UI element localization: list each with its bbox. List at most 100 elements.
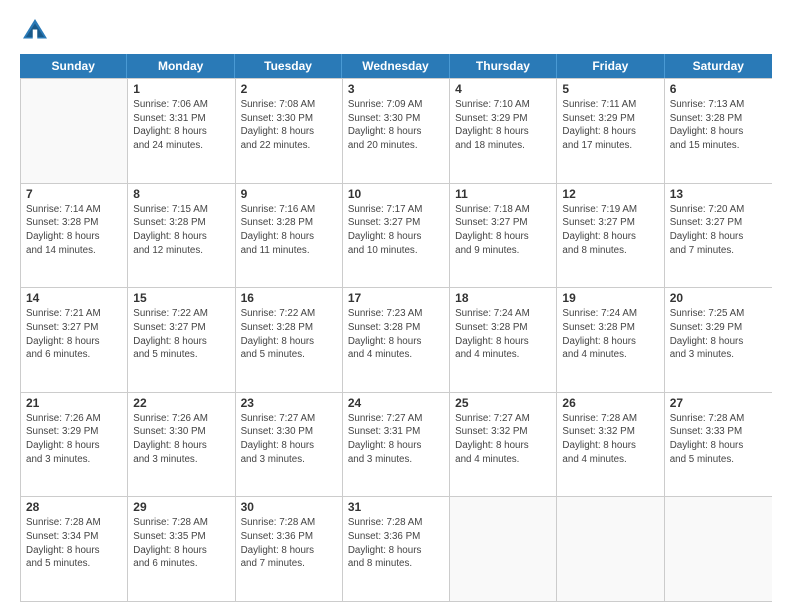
day-cell-28: 28 Sunrise: 7:28 AM Sunset: 3:34 PM Dayli… [21, 497, 128, 601]
day-info: Sunrise: 7:27 AM Sunset: 3:32 PM Dayligh… [455, 412, 551, 467]
day-info: Sunrise: 7:28 AM Sunset: 3:32 PM Dayligh… [562, 412, 658, 467]
day-info: Sunrise: 7:17 AM Sunset: 3:27 PM Dayligh… [348, 203, 444, 258]
calendar-week-1: 1 Sunrise: 7:06 AM Sunset: 3:31 PM Daylig… [21, 79, 772, 184]
day-cell-2: 2 Sunrise: 7:08 AM Sunset: 3:30 PM Daylig… [236, 79, 343, 183]
day-info: Sunrise: 7:26 AM Sunset: 3:29 PM Dayligh… [26, 412, 122, 467]
day-number: 13 [670, 187, 767, 201]
empty-cell [665, 497, 772, 601]
day-cell-3: 3Sunrise: 7:09 AM Sunset: 3:30 PM Daylig… [343, 79, 450, 183]
day-cell-14: 14Sunrise: 7:21 AM Sunset: 3:27 PM Dayli… [21, 288, 128, 392]
day-cell-4: 4 Sunrise: 7:10 AM Sunset: 3:29 PM Daylig… [450, 79, 557, 183]
day-info: Sunrise: 7:15 AM Sunset: 3:28 PM Dayligh… [133, 203, 229, 258]
day-number: 8 [133, 187, 229, 201]
day-cell-6: 6Sunrise: 7:13 AM Sunset: 3:28 PM Daylig… [665, 79, 772, 183]
day-info: Sunrise: 7:28 AM Sunset: 3:36 PM Dayligh… [241, 516, 337, 571]
day-number: 28 [26, 500, 122, 514]
day-number: 21 [26, 396, 122, 410]
header [20, 16, 772, 46]
day-info: Sunrise: 7:22 AM Sunset: 3:27 PM Dayligh… [133, 307, 229, 362]
day-cell-25: 25 Sunrise: 7:27 AM Sunset: 3:32 PM Dayli… [450, 393, 557, 497]
day-cell-9: 9Sunrise: 7:16 AM Sunset: 3:28 PM Daylig… [236, 184, 343, 288]
day-number: 3 [348, 82, 444, 96]
day-cell-8: 8 Sunrise: 7:15 AM Sunset: 3:28 PM Daylig… [128, 184, 235, 288]
day-cell-18: 18Sunrise: 7:24 AM Sunset: 3:28 PM Dayli… [450, 288, 557, 392]
empty-cell [21, 79, 128, 183]
weekday-header-monday: Monday [127, 54, 234, 78]
logo-icon [20, 16, 50, 46]
day-number: 7 [26, 187, 122, 201]
day-number: 26 [562, 396, 658, 410]
weekday-header-sunday: Sunday [20, 54, 127, 78]
day-info: Sunrise: 7:28 AM Sunset: 3:33 PM Dayligh… [670, 412, 767, 467]
empty-cell [450, 497, 557, 601]
day-number: 27 [670, 396, 767, 410]
day-number: 15 [133, 291, 229, 305]
day-info: Sunrise: 7:13 AM Sunset: 3:28 PM Dayligh… [670, 98, 767, 153]
day-cell-22: 22 Sunrise: 7:26 AM Sunset: 3:30 PM Dayli… [128, 393, 235, 497]
day-info: Sunrise: 7:26 AM Sunset: 3:30 PM Dayligh… [133, 412, 229, 467]
day-cell-31: 31Sunrise: 7:28 AM Sunset: 3:36 PM Dayli… [343, 497, 450, 601]
weekday-header-friday: Friday [557, 54, 664, 78]
weekday-header-thursday: Thursday [450, 54, 557, 78]
day-cell-11: 11 Sunrise: 7:18 AM Sunset: 3:27 PM Dayli… [450, 184, 557, 288]
day-number: 29 [133, 500, 229, 514]
day-number: 2 [241, 82, 337, 96]
day-cell-19: 19Sunrise: 7:24 AM Sunset: 3:28 PM Dayli… [557, 288, 664, 392]
day-number: 23 [241, 396, 337, 410]
day-number: 22 [133, 396, 229, 410]
day-cell-20: 20Sunrise: 7:25 AM Sunset: 3:29 PM Dayli… [665, 288, 772, 392]
day-cell-17: 17 Sunrise: 7:23 AM Sunset: 3:28 PM Dayli… [343, 288, 450, 392]
day-info: Sunrise: 7:28 AM Sunset: 3:34 PM Dayligh… [26, 516, 122, 571]
day-info: Sunrise: 7:27 AM Sunset: 3:30 PM Dayligh… [241, 412, 337, 467]
day-number: 24 [348, 396, 444, 410]
day-number: 1 [133, 82, 229, 96]
day-info: Sunrise: 7:20 AM Sunset: 3:27 PM Dayligh… [670, 203, 767, 258]
day-cell-26: 26 Sunrise: 7:28 AM Sunset: 3:32 PM Dayli… [557, 393, 664, 497]
day-cell-27: 27 Sunrise: 7:28 AM Sunset: 3:33 PM Dayli… [665, 393, 772, 497]
page: SundayMondayTuesdayWednesdayThursdayFrid… [0, 0, 792, 612]
calendar-week-4: 21 Sunrise: 7:26 AM Sunset: 3:29 PM Dayli… [21, 393, 772, 498]
day-cell-5: 5 Sunrise: 7:11 AM Sunset: 3:29 PM Daylig… [557, 79, 664, 183]
day-info: Sunrise: 7:08 AM Sunset: 3:30 PM Dayligh… [241, 98, 337, 153]
day-info: Sunrise: 7:23 AM Sunset: 3:28 PM Dayligh… [348, 307, 444, 362]
day-info: Sunrise: 7:18 AM Sunset: 3:27 PM Dayligh… [455, 203, 551, 258]
day-cell-10: 10 Sunrise: 7:17 AM Sunset: 3:27 PM Dayli… [343, 184, 450, 288]
day-cell-23: 23 Sunrise: 7:27 AM Sunset: 3:30 PM Dayli… [236, 393, 343, 497]
day-number: 4 [455, 82, 551, 96]
calendar-week-5: 28 Sunrise: 7:28 AM Sunset: 3:34 PM Dayli… [21, 497, 772, 602]
calendar-body: 1 Sunrise: 7:06 AM Sunset: 3:31 PM Daylig… [20, 78, 772, 602]
weekday-header-saturday: Saturday [665, 54, 772, 78]
day-cell-16: 16 Sunrise: 7:22 AM Sunset: 3:28 PM Dayli… [236, 288, 343, 392]
calendar: SundayMondayTuesdayWednesdayThursdayFrid… [20, 54, 772, 602]
day-info: Sunrise: 7:06 AM Sunset: 3:31 PM Dayligh… [133, 98, 229, 153]
day-number: 11 [455, 187, 551, 201]
day-info: Sunrise: 7:19 AM Sunset: 3:27 PM Dayligh… [562, 203, 658, 258]
day-number: 16 [241, 291, 337, 305]
day-number: 12 [562, 187, 658, 201]
day-cell-13: 13 Sunrise: 7:20 AM Sunset: 3:27 PM Dayli… [665, 184, 772, 288]
day-info: Sunrise: 7:10 AM Sunset: 3:29 PM Dayligh… [455, 98, 551, 153]
day-number: 10 [348, 187, 444, 201]
weekday-header-tuesday: Tuesday [235, 54, 342, 78]
day-number: 17 [348, 291, 444, 305]
day-cell-1: 1 Sunrise: 7:06 AM Sunset: 3:31 PM Daylig… [128, 79, 235, 183]
day-info: Sunrise: 7:22 AM Sunset: 3:28 PM Dayligh… [241, 307, 337, 362]
day-cell-24: 24 Sunrise: 7:27 AM Sunset: 3:31 PM Dayli… [343, 393, 450, 497]
day-cell-12: 12 Sunrise: 7:19 AM Sunset: 3:27 PM Dayli… [557, 184, 664, 288]
calendar-week-2: 7 Sunrise: 7:14 AM Sunset: 3:28 PM Daylig… [21, 184, 772, 289]
day-number: 31 [348, 500, 444, 514]
day-number: 5 [562, 82, 658, 96]
day-info: Sunrise: 7:11 AM Sunset: 3:29 PM Dayligh… [562, 98, 658, 153]
day-info: Sunrise: 7:14 AM Sunset: 3:28 PM Dayligh… [26, 203, 122, 258]
logo [20, 16, 54, 46]
day-cell-30: 30Sunrise: 7:28 AM Sunset: 3:36 PM Dayli… [236, 497, 343, 601]
calendar-week-3: 14Sunrise: 7:21 AM Sunset: 3:27 PM Dayli… [21, 288, 772, 393]
day-info: Sunrise: 7:24 AM Sunset: 3:28 PM Dayligh… [562, 307, 658, 362]
day-info: Sunrise: 7:25 AM Sunset: 3:29 PM Dayligh… [670, 307, 767, 362]
day-cell-15: 15 Sunrise: 7:22 AM Sunset: 3:27 PM Dayli… [128, 288, 235, 392]
day-number: 14 [26, 291, 122, 305]
day-info: Sunrise: 7:28 AM Sunset: 3:35 PM Dayligh… [133, 516, 229, 571]
day-number: 25 [455, 396, 551, 410]
day-info: Sunrise: 7:27 AM Sunset: 3:31 PM Dayligh… [348, 412, 444, 467]
day-cell-21: 21 Sunrise: 7:26 AM Sunset: 3:29 PM Dayli… [21, 393, 128, 497]
